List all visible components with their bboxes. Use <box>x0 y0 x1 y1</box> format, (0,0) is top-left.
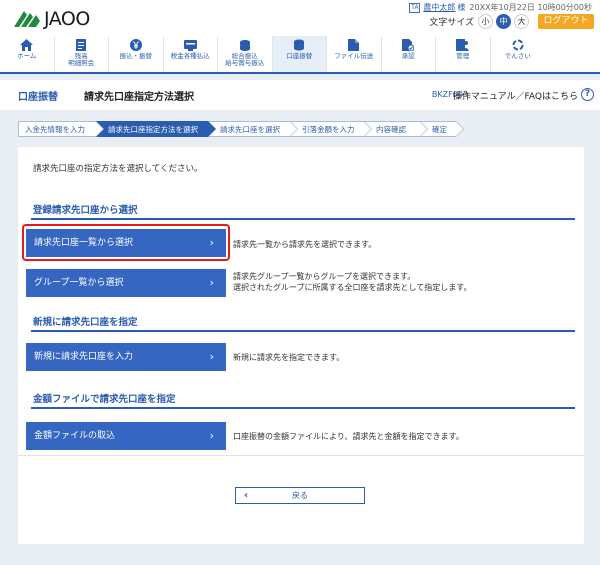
user-icon: TA <box>409 2 421 13</box>
chevron-right-icon: › <box>209 350 214 363</box>
footer-divider <box>18 455 584 456</box>
nav-item-file-transfer[interactable]: ファイル伝送 <box>327 36 382 72</box>
font-size-control: 文字サイズ 小 中 大 ログアウト <box>429 14 594 29</box>
yen-icon <box>129 39 143 51</box>
list-icon <box>74 39 88 51</box>
step-4: 引落金額を入力 <box>290 121 372 137</box>
header: JAOO TA 農中太郎 様 20XX年10月22日 10時00分00秒 文字サ… <box>0 0 600 36</box>
section-title-amount-file: 金額ファイルで請求先口座を指定 <box>33 394 176 405</box>
coins-icon <box>238 39 252 51</box>
page-category: 口座振替 <box>18 91 58 103</box>
back-button[interactable]: ‹ 戻る <box>235 487 365 504</box>
user-honorific: 様 <box>457 3 466 12</box>
nav-item-tax[interactable]: 税金各種払込 <box>164 36 218 72</box>
densai-icon <box>511 39 525 51</box>
action-description: 請求先グループ一覧からグループを選択できます。 選択されたグループに所属する全口… <box>233 272 472 292</box>
enter-new-billing-account-button[interactable]: 新規に請求先口座を入力 › <box>26 343 226 371</box>
receipt-icon <box>183 39 197 51</box>
step-1: 入金先情報を入力 <box>18 121 104 137</box>
font-size-large-button[interactable]: 大 <box>514 14 529 29</box>
user-info: TA 農中太郎 様 20XX年10月22日 10時00分00秒 <box>409 2 592 13</box>
main-panel: 請求先口座の指定方法を選択してください。 登録請求先口座から選択 請求先口座一覧… <box>18 147 584 544</box>
highlight-frame <box>22 224 230 261</box>
font-size-small-button[interactable]: 小 <box>478 14 493 29</box>
login-datetime: 20XX年10月22日 10時00分00秒 <box>469 3 592 12</box>
page-title: 請求先口座指定方法選択 <box>84 91 194 103</box>
approve-icon <box>401 39 415 51</box>
section-divider <box>31 407 575 409</box>
chevron-right-icon: › <box>209 276 214 289</box>
action-description: 請求先一覧から請求先を選択できます。 <box>233 240 377 249</box>
action-description: 新規に請求先を指定できます。 <box>233 353 345 362</box>
nav-item-account-transfer[interactable]: 口座振替 <box>272 36 327 72</box>
import-amount-file-button[interactable]: 金額ファイルの取込 › <box>26 422 226 450</box>
file-icon <box>347 39 361 51</box>
logout-button[interactable]: ログアウト <box>538 14 594 29</box>
step-5: 内容確認 <box>364 121 428 137</box>
nav-item-densai[interactable]: でんさい <box>491 36 546 72</box>
chevron-right-icon: › <box>209 429 214 442</box>
section-title-new: 新規に請求先口座を指定 <box>33 317 138 328</box>
home-icon <box>20 39 34 51</box>
step-2-current: 請求先口座指定方法を選択 <box>96 121 216 137</box>
logo[interactable]: JAOO <box>12 8 90 30</box>
step-3: 請求先口座を選択 <box>208 121 298 137</box>
nav-item-admin[interactable]: 管理 <box>436 36 491 72</box>
ja-logo-icon <box>12 9 42 29</box>
help-icon[interactable]: ? <box>581 88 594 101</box>
logo-text: JAOO <box>44 8 90 30</box>
manual-faq-link[interactable]: 操作マニュアル／FAQはこちら <box>453 89 578 102</box>
font-size-medium-button[interactable]: 中 <box>496 14 511 29</box>
nav-item-approval[interactable]: 承認 <box>382 36 436 72</box>
account-icon <box>292 39 306 51</box>
intro-text: 請求先口座の指定方法を選択してください。 <box>33 164 203 174</box>
chevron-left-icon: ‹ <box>244 490 249 501</box>
nav-item-bulk-transfer[interactable]: 総合振込 給与賞与振込 <box>218 36 273 72</box>
page-title-bar: 口座振替 請求先口座指定方法選択 BKZF003 操作マニュアル／FAQはこちら… <box>0 80 600 110</box>
font-size-label: 文字サイズ <box>429 18 474 28</box>
section-title-registered: 登録請求先口座から選択 <box>33 205 138 216</box>
global-nav: ホーム 残高 明細照会 振込・振替 税金各種払込 総合振込 給与賞与振込 口座振… <box>0 36 600 74</box>
user-name-link[interactable]: 農中太郎 <box>423 2 455 13</box>
admin-icon <box>456 39 470 51</box>
section-divider <box>31 330 575 332</box>
select-from-group-list-button[interactable]: グループ一覧から選択 › <box>26 269 226 297</box>
section-divider <box>31 218 575 220</box>
nav-item-home[interactable]: ホーム <box>0 36 55 72</box>
step-progress: 入金先情報を入力 請求先口座指定方法を選択 請求先口座を選択 引落金額を入力 内… <box>18 121 464 137</box>
nav-item-transfer[interactable]: 振込・振替 <box>109 36 164 72</box>
action-description: 口座振替の金額ファイルにより、請求先と金額を指定できます。 <box>233 432 464 441</box>
nav-item-balance[interactable]: 残高 明細照会 <box>55 36 109 72</box>
